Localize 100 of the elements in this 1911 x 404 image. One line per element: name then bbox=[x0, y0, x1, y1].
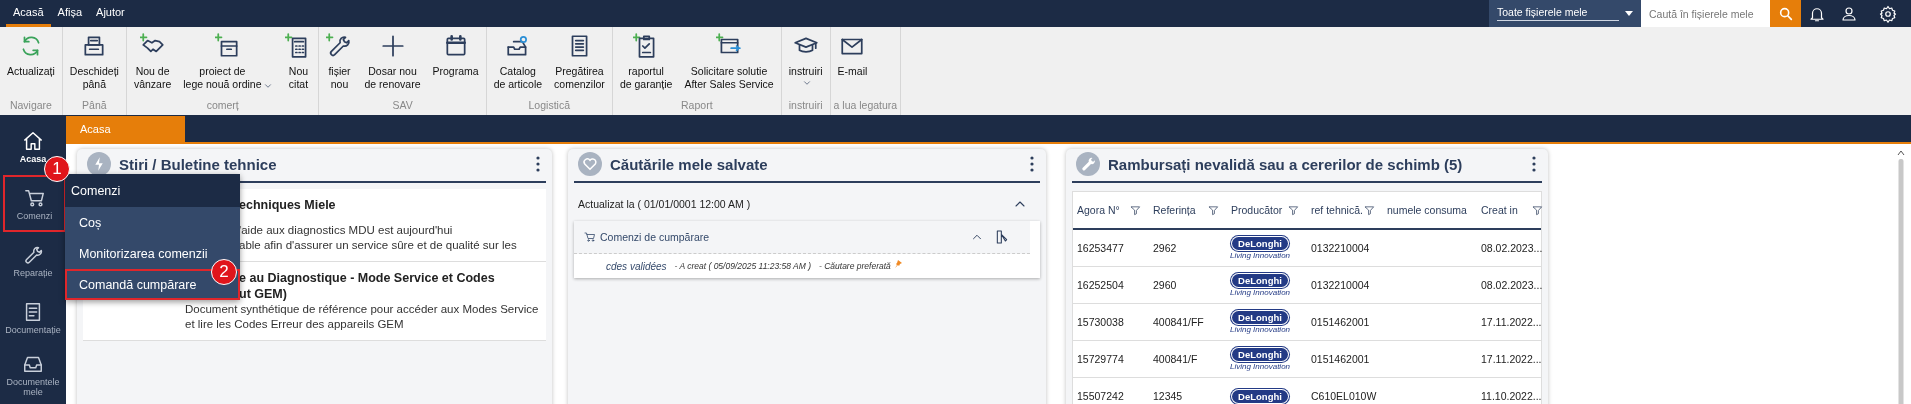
brand-tagline: Living Innovation bbox=[1230, 361, 1291, 371]
ribbon-button[interactable]: instruiri bbox=[784, 33, 827, 88]
sidebar-item[interactable]: Reparație bbox=[0, 232, 66, 289]
card-title: Căutările mele salvate bbox=[610, 155, 769, 173]
table-cell: 2962 bbox=[1153, 242, 1177, 254]
filter-icon bbox=[1364, 204, 1375, 216]
news-text: et lire les Codes Erreur des appareils GEM bbox=[185, 317, 404, 332]
table-cell: 15730038 bbox=[1077, 316, 1124, 328]
ribbon-button[interactable]: Nou citat bbox=[281, 33, 316, 91]
table-cell: 0132210004 bbox=[1311, 242, 1370, 254]
column-header[interactable]: Creat in bbox=[1481, 204, 1518, 216]
brand-tagline: Living Innovation bbox=[1230, 287, 1291, 297]
ribbon-button[interactable]: Pregătirea comenzilor bbox=[550, 33, 609, 91]
table-cell: 08.02.2023... bbox=[1481, 242, 1543, 254]
news-text: Document synthétique de référence pour accéder aux Modes Service bbox=[185, 302, 539, 317]
group-label: Logistică bbox=[527, 98, 571, 113]
sidebar-item[interactable]: Documentație bbox=[0, 289, 66, 346]
ribbon-button[interactable]: fișier nou bbox=[322, 33, 357, 91]
column-header[interactable]: Agora N° bbox=[1077, 204, 1120, 216]
news-text: able afin d'assurer un service sûre et de qualité sur les bbox=[239, 238, 517, 253]
more-options-icon[interactable] bbox=[1532, 156, 1536, 172]
chevron-down-icon bbox=[263, 81, 274, 91]
table-cell: 400841/FF bbox=[1153, 316, 1204, 328]
ribbon-button[interactable]: Deschideți până bbox=[65, 33, 123, 91]
table-cell: 15507242 bbox=[1077, 390, 1124, 402]
news-title[interactable]: echniques Miele bbox=[239, 197, 336, 213]
news-title[interactable]: e au Diagnostique - Mode Service et Codes bbox=[239, 270, 495, 286]
table-cell: 0151462001 bbox=[1311, 353, 1370, 365]
ribbon-button[interactable]: Nou de vânzare bbox=[129, 33, 176, 91]
group-label: Până bbox=[81, 98, 108, 113]
home-icon bbox=[22, 129, 44, 152]
column-header[interactable]: ref tehnică. bbox=[1311, 204, 1363, 216]
ribbon-button[interactable]: Dosar nou de renovare bbox=[360, 33, 425, 91]
group-label: a lua legatura bbox=[833, 98, 898, 113]
column-header[interactable]: numele consuma bbox=[1387, 204, 1467, 216]
more-options-icon[interactable] bbox=[1030, 156, 1034, 172]
news-title[interactable]: ut GEM) bbox=[239, 286, 287, 302]
sidebar-item[interactable]: Documentele mele bbox=[0, 346, 66, 403]
table-cell: 2960 bbox=[1153, 279, 1177, 291]
filter-icon bbox=[1130, 204, 1141, 216]
table-cell: 16253477 bbox=[1077, 242, 1124, 254]
lightning-icon bbox=[87, 152, 111, 176]
wrench-icon bbox=[326, 33, 353, 59]
more-options-icon[interactable] bbox=[536, 156, 540, 172]
settings-icon[interactable] bbox=[1879, 4, 1897, 23]
search-group-title[interactable]: Comenzi de cumpărare bbox=[600, 231, 710, 243]
ribbon-button[interactable]: Catalog de articole bbox=[489, 33, 547, 91]
column-header[interactable]: Producător bbox=[1231, 204, 1283, 216]
table-cell: 15729774 bbox=[1077, 353, 1124, 365]
table-cell: C610EL010W bbox=[1311, 390, 1377, 402]
table-cell: 16252504 bbox=[1077, 279, 1124, 291]
table-cell: 0151462001 bbox=[1311, 316, 1370, 328]
search-button[interactable] bbox=[1770, 0, 1801, 27]
brand-logo: DeLonghi bbox=[1232, 347, 1288, 361]
search-icon bbox=[1777, 5, 1794, 22]
ribbon-button[interactable]: Programa bbox=[428, 33, 483, 78]
group-label: SAV bbox=[391, 98, 414, 113]
news-text: 'aide aux diagnostics MDU est aujourd'hui bbox=[239, 223, 453, 238]
search-field[interactable]: Caută în fișierele mele bbox=[1641, 0, 1770, 27]
card-title: Stiri / Buletine tehnice bbox=[119, 155, 278, 173]
chevron-down-icon bbox=[801, 78, 812, 88]
group-label: Raport bbox=[680, 98, 714, 113]
ribbon-button[interactable]: Solicitare solutie After Sales Service bbox=[680, 33, 778, 91]
card-title: Rambursați nevalidă sau a cererilor de schimb (5) bbox=[1108, 155, 1464, 173]
table-cell: 0132210004 bbox=[1311, 279, 1370, 291]
brand-tagline: Living Innovation bbox=[1230, 250, 1291, 260]
table-cell: 17.11.2022... bbox=[1481, 353, 1542, 365]
created-text: - A creat ( 05/09/2025 11:23:58 AM ) bbox=[674, 261, 811, 271]
caret-icon bbox=[1625, 11, 1633, 16]
filter-icon bbox=[1208, 204, 1219, 216]
column-header[interactable]: Referința bbox=[1153, 204, 1196, 216]
group-label: instruiri bbox=[787, 98, 824, 113]
ribbon-button[interactable]: raportul de garanție bbox=[615, 33, 677, 91]
table-cell: 12345 bbox=[1153, 390, 1183, 402]
filter-icon bbox=[1532, 204, 1543, 216]
menu-tab[interactable]: Afișa bbox=[50, 0, 90, 27]
menu-title: Comenzi bbox=[65, 174, 240, 207]
brand-logo: DeLonghi bbox=[1232, 310, 1288, 324]
scrollbar[interactable] bbox=[1897, 149, 1905, 404]
table-cell: 400841/F bbox=[1153, 353, 1198, 365]
brand-logo: DeLonghi bbox=[1232, 236, 1288, 250]
ribbon-button[interactable]: Actualizați bbox=[3, 33, 59, 78]
scope-dropdown[interactable]: Toate fișierele mele bbox=[1489, 0, 1641, 27]
user-icon[interactable] bbox=[1840, 4, 1858, 23]
group-label: comerț bbox=[205, 98, 240, 113]
table-cell: 11.10.2022... bbox=[1481, 390, 1542, 402]
updated-text: Actualizat la ( 01/01/0001 12:00 AM ) bbox=[578, 198, 751, 210]
group-label: Navigare bbox=[8, 98, 53, 113]
table-cell: 17.11.2022... bbox=[1481, 316, 1542, 328]
cart-icon bbox=[584, 231, 596, 243]
favorite-text: - Căutare preferată bbox=[819, 261, 891, 271]
ribbon-button[interactable]: E-mail bbox=[833, 33, 872, 78]
table-cell: 08.02.2023... bbox=[1481, 279, 1543, 291]
brand-tagline: Living Innovation bbox=[1230, 324, 1291, 334]
menu-tab[interactable]: Ajutor bbox=[89, 0, 132, 27]
ribbon-button[interactable]: proiect de lege nouă ordine bbox=[179, 33, 278, 91]
saved-search-link[interactable]: cdes validées bbox=[606, 260, 667, 272]
filter-icon bbox=[1288, 204, 1299, 216]
wrench-icon bbox=[1076, 152, 1100, 176]
brand-logo: DeLonghi bbox=[1232, 389, 1288, 403]
